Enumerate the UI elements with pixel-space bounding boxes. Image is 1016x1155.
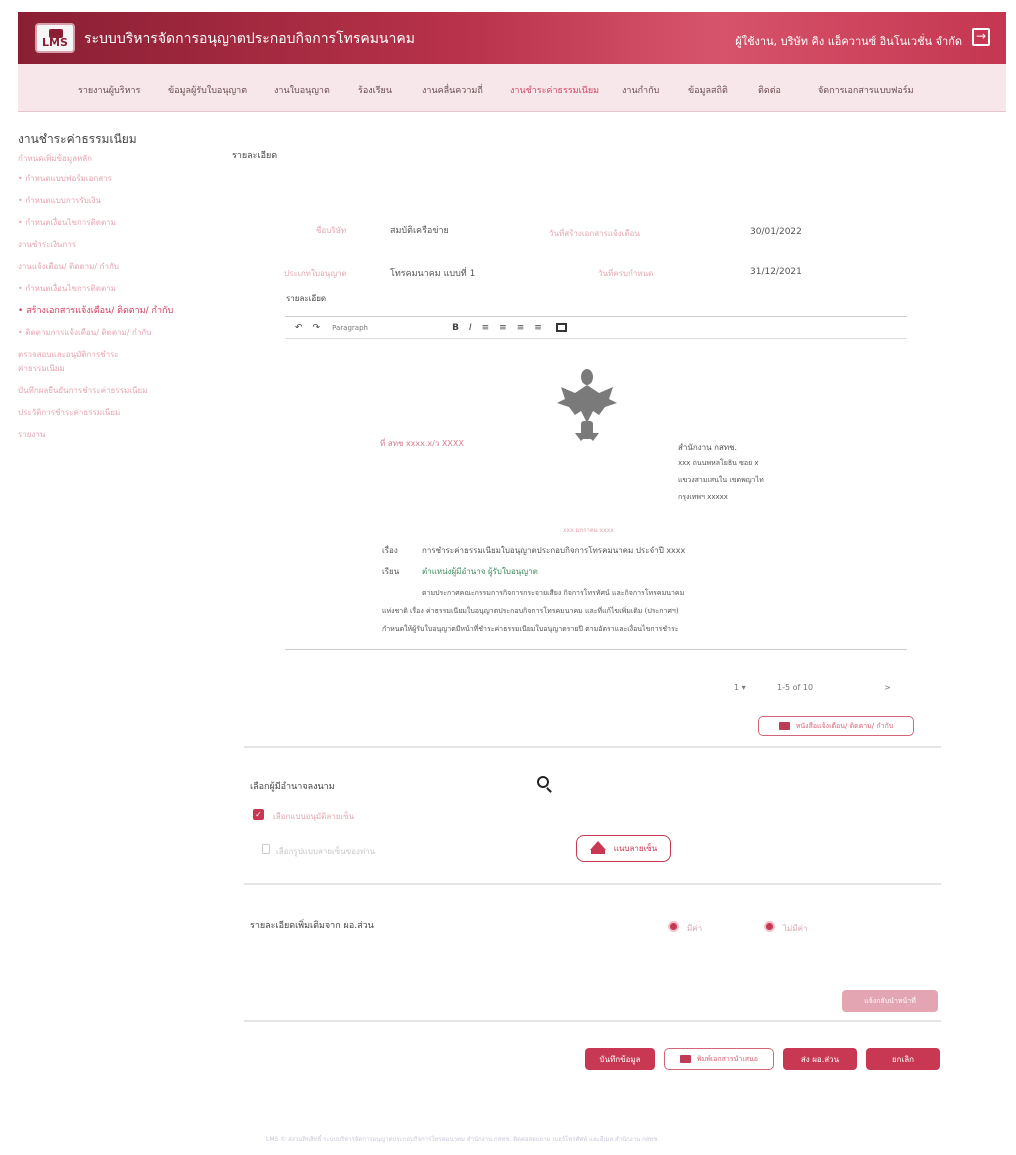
- upload-label: แนบลายเซ็น: [613, 844, 658, 853]
- nav-item-form-management[interactable]: จัดการเอกสารแบบฟอร์ม: [818, 83, 914, 97]
- align-left-icon[interactable]: ≡: [482, 323, 490, 333]
- undo-icon[interactable]: ↶: [295, 323, 303, 333]
- company-label: ชื่อบริษัท: [316, 226, 347, 235]
- radio-yes[interactable]: [668, 921, 679, 932]
- license-type-value: โทรคมนาคม แบบที่ 1: [390, 269, 476, 279]
- upload-signature-button[interactable]: แนบลายเซ็น: [576, 835, 671, 862]
- nav-item-contact[interactable]: ติดต่อ: [758, 83, 781, 97]
- license-type-label: ประเภทใบอนุญาต: [284, 269, 347, 278]
- nav-item-frequency[interactable]: งานคลื่นความถี่: [422, 83, 483, 97]
- footer-text: LMS © สงวนลิขสิทธิ์ ระบบบริหารจัดการอนุญ…: [266, 1136, 660, 1143]
- sidebar-item-create-notice[interactable]: • สร้างเอกสารแจ้งเตือน/ ติดตาม/ กำกับ: [18, 303, 173, 317]
- sidebar-item[interactable]: ตรวจสอบและอนุมัติการชำระ: [18, 348, 119, 361]
- nav-item-complaints[interactable]: ร้องเรียน: [358, 83, 392, 97]
- doc-subject-label: เรื่อง: [382, 546, 398, 555]
- divider: [244, 883, 941, 885]
- print-proposal-label: พิมพ์เอกสารนำเสนอ: [696, 1054, 758, 1063]
- doc-body-line: กำหนดให้ผู้รับใบอนุญาตมีหน้าที่ชำระค่าธร…: [382, 625, 679, 633]
- extra-detail-label: รายละเอียดเพิ่มเติมจาก ผอ.ส่วน: [250, 921, 374, 931]
- return-button: แจ้งกลับนำหน้าที่: [842, 990, 938, 1012]
- sidebar-item[interactable]: บันทึกผลยืนยันการชำระค่าธรรมเนียม: [18, 384, 147, 397]
- radio-no[interactable]: [764, 921, 775, 932]
- pagination-range: 1-5 of 10: [777, 683, 814, 692]
- nav-item-licensee-info[interactable]: ข้อมูลผู้รับใบอนุญาต: [168, 83, 247, 97]
- doc-subject: การชำระค่าธรรมเนียมใบอนุญาตประกอบกิจการโ…: [422, 546, 686, 555]
- detail-title: รายละเอียด: [232, 151, 278, 161]
- divider: [244, 746, 941, 748]
- app-title: ระบบบริหารจัดการอนุญาตประกอบกิจการโทรคมน…: [84, 31, 415, 47]
- sidebar-item[interactable]: รายงาน: [18, 428, 45, 441]
- cancel-button[interactable]: ยกเลิก: [866, 1048, 940, 1070]
- radio-yes-label: มีค่า: [687, 924, 703, 933]
- search-icon[interactable]: [537, 776, 549, 788]
- align-center-icon[interactable]: ≡: [499, 323, 507, 333]
- doc-office-line: xxx ถนนพหลโยธิน ซอย x: [678, 459, 759, 467]
- sidebar-item[interactable]: งานชำระเงินการ: [18, 238, 76, 251]
- divider: [244, 1020, 941, 1022]
- image-icon[interactable]: [555, 323, 567, 332]
- paragraph-select[interactable]: Paragraph: [332, 324, 402, 332]
- signer-label: เลือกผู้มีอำนาจลงนาม: [250, 782, 335, 792]
- company-value: สมบัติเครือข่าย: [390, 226, 449, 236]
- save-button[interactable]: บันทึกข้อมูล: [585, 1048, 655, 1070]
- sidebar-item[interactable]: กำหนดเพิ่มข้อมูลหลัก: [18, 152, 92, 165]
- user-name: ผู้ใช้งาน, บริษัท คิง แอ็ควานซ์ อินโนเวช…: [735, 35, 962, 48]
- nav-item-statistics[interactable]: ข้อมูลสถิติ: [688, 83, 728, 97]
- sidebar-title: งานชำระค่าธรรมเนียม: [18, 132, 137, 146]
- doc-to: ตำแหน่งผู้มีอำนาจ ผู้รับใบอนุญาต: [422, 567, 538, 576]
- editor-toolbar: ↶ ↷ Paragraph B I ≡ ≡ ≡ ≡: [285, 317, 907, 339]
- sidebar-item[interactable]: • กำหนดแบบฟอร์มเอกสาร: [18, 172, 112, 185]
- created-date-value: 30/01/2022: [750, 227, 802, 237]
- bold-icon[interactable]: B: [452, 323, 459, 333]
- doc-office-line: แขวงสามเสนใน เขตพญาไท: [678, 476, 764, 484]
- doc-body-line: แห่งชาติ เรื่อง ค่าธรรมเนียมใบอนุญาตประก…: [382, 607, 679, 615]
- print-notice-label: หนังสือแจ้งเตือน/ ติดตาม/ กำกับ: [795, 721, 894, 730]
- nav-item-fee-payment[interactable]: งานชำระค่าธรรมเนียม: [510, 83, 599, 97]
- italic-icon[interactable]: I: [469, 323, 472, 333]
- garuda-emblem-icon: [557, 369, 617, 441]
- next-page-button[interactable]: >: [884, 683, 891, 692]
- logout-icon[interactable]: →: [972, 28, 990, 46]
- rows-per-page-select[interactable]: 1 ▾: [734, 683, 746, 692]
- radio-no-label: ไม่มีค่า: [783, 924, 808, 933]
- created-date-label: วันที่สร้างเอกสารแจ้งเตือน: [549, 229, 640, 238]
- align-right-icon[interactable]: ≡: [517, 323, 525, 333]
- nav-item-license-work[interactable]: งานใบอนุญาต: [274, 83, 330, 97]
- sidebar-item[interactable]: ประวัติการชำระค่าธรรมเนียม: [18, 406, 120, 419]
- editor-label: รายละเอียด: [286, 294, 327, 303]
- printer-icon: [679, 1055, 691, 1063]
- print-notice-button[interactable]: หนังสือแจ้งเตือน/ ติดตาม/ กำกับ: [758, 716, 914, 736]
- document-body[interactable]: ที่ สทช xxxx.x/ว XXXX สำนักงาน กสทช. xxx…: [285, 341, 907, 649]
- signature-file-label: เลือกรูปแบบลายเซ็นของท่าน: [276, 847, 376, 856]
- send-to-director-button[interactable]: ส่ง ผอ.ส่วน: [783, 1048, 857, 1070]
- lms-logo: LMS: [35, 23, 75, 53]
- signature-checkbox[interactable]: ✓: [253, 809, 264, 820]
- align-justify-icon[interactable]: ≡: [534, 323, 542, 333]
- due-date-value: 31/12/2021: [750, 267, 802, 277]
- doc-office-line: สำนักงาน กสทช.: [678, 443, 738, 452]
- checkbox-label: เลือกแบบอนุมัติลายเซ็น: [273, 812, 355, 821]
- rich-text-editor[interactable]: ↶ ↷ Paragraph B I ≡ ≡ ≡ ≡ ที่ สทช xxxx.x…: [285, 316, 907, 650]
- doc-date: xxx มกราคม xxxx: [563, 527, 614, 534]
- nav-item-executive-report[interactable]: รายงานผู้บริหาร: [78, 83, 140, 97]
- main-nav: รายงานผู้บริหาร ข้อมูลผู้รับใบอนุญาต งาน…: [18, 64, 1006, 112]
- doc-ref-no: ที่ สทช xxxx.x/ว XXXX: [380, 439, 464, 448]
- print-proposal-button[interactable]: พิมพ์เอกสารนำเสนอ: [664, 1048, 774, 1070]
- sidebar-item[interactable]: • กำหนดเงื่อนไขการติดตาม: [18, 216, 116, 229]
- sidebar-item[interactable]: งานแจ้งเตือน/ ติดตาม/ กำกับ: [18, 260, 119, 273]
- doc-body-line: ตามประกาศคณะกรรมการกิจการกระจายเสียง กิจ…: [422, 589, 685, 597]
- redo-icon[interactable]: ↷: [313, 323, 321, 333]
- header-bar: LMS ระบบบริหารจัดการอนุญาตประกอบกิจการโท…: [18, 12, 1006, 64]
- nav-item-regulation[interactable]: งานกำกับ: [622, 83, 659, 97]
- sidebar-item[interactable]: • กำหนดแบบการรับเงิน: [18, 194, 101, 207]
- sidebar-item[interactable]: ค่าธรรมเนียม: [18, 362, 65, 375]
- sidebar-item[interactable]: • กำหนดเงื่อนไขการติดตาม: [18, 282, 116, 295]
- file-icon: [262, 844, 270, 854]
- upload-icon: [589, 841, 606, 854]
- printer-icon: [778, 722, 790, 730]
- doc-office-line: กรุงเทพฯ xxxxx: [678, 493, 728, 501]
- doc-to-label: เรียน: [382, 567, 400, 576]
- sidebar-item[interactable]: • ติดตามการแจ้งเตือน/ ติดตาม/ กำกับ: [18, 326, 151, 339]
- due-date-label: วันที่ครบกำหนด: [598, 269, 654, 278]
